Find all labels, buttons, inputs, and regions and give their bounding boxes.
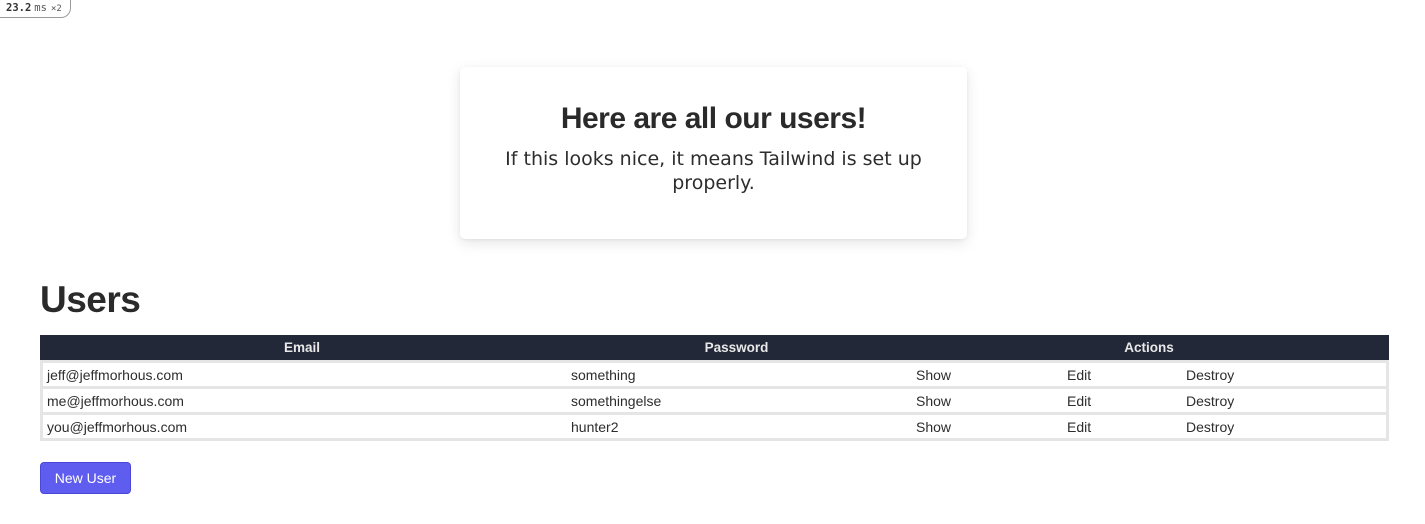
destroy-link[interactable]: Destroy xyxy=(1186,367,1234,383)
edit-link[interactable]: Edit xyxy=(1067,393,1091,409)
column-header-password: Password xyxy=(564,335,909,360)
password-cell: hunter2 xyxy=(564,412,909,441)
edit-link[interactable]: Edit xyxy=(1067,367,1091,383)
hero-card: Here are all our users! If this looks ni… xyxy=(460,67,967,239)
password-cell: something xyxy=(564,360,909,386)
destroy-link[interactable]: Destroy xyxy=(1186,419,1234,435)
hero-title: Here are all our users! xyxy=(560,102,867,135)
perf-multiplier: ×2 xyxy=(50,4,62,14)
table-header-row: Email Password Actions xyxy=(40,335,1389,360)
table-row: you@jeffmorhous.com hunter2 Show Edit De… xyxy=(40,412,1389,441)
show-link[interactable]: Show xyxy=(916,393,951,409)
hero-text: If this looks nice, it means Tailwind is… xyxy=(505,148,922,194)
email-cell: me@jeffmorhous.com xyxy=(40,386,564,412)
email-cell: jeff@jeffmorhous.com xyxy=(40,360,564,386)
table-row: jeff@jeffmorhous.com something Show Edit… xyxy=(40,360,1389,386)
destroy-link[interactable]: Destroy xyxy=(1186,393,1234,409)
new-user-button[interactable]: New User xyxy=(40,462,131,494)
show-link[interactable]: Show xyxy=(916,419,951,435)
users-table: Email Password Actions jeff@jeffmorhous.… xyxy=(40,335,1389,441)
perf-unit: ms xyxy=(34,2,47,14)
edit-link[interactable]: Edit xyxy=(1067,419,1091,435)
perf-value: 23.2 xyxy=(6,2,32,14)
table-row: me@jeffmorhous.com somethingelse Show Ed… xyxy=(40,386,1389,412)
users-heading: Users xyxy=(40,279,141,320)
email-cell: you@jeffmorhous.com xyxy=(40,412,564,441)
show-link[interactable]: Show xyxy=(916,367,951,383)
column-header-actions: Actions xyxy=(909,335,1389,360)
password-cell: somethingelse xyxy=(564,386,909,412)
perf-badge[interactable]: 23.2 ms ×2 xyxy=(0,0,71,18)
column-header-email: Email xyxy=(40,335,564,360)
